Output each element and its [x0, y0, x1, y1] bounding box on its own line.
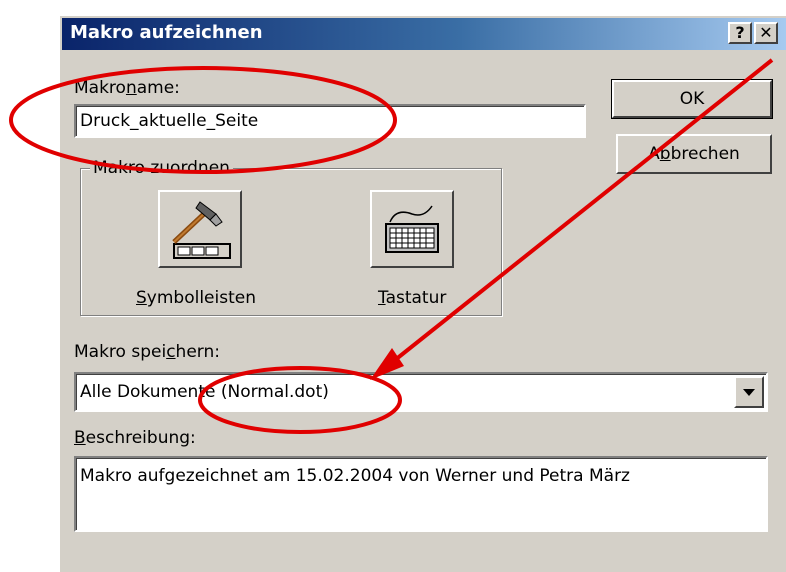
- annotation-arrowhead: [370, 348, 404, 380]
- normal-dot-highlight-ellipse: [198, 366, 402, 434]
- macro-name-highlight-ellipse: [9, 66, 397, 174]
- annotation-arrow-line: [388, 58, 774, 366]
- annotation-overlay: [9, 58, 774, 434]
